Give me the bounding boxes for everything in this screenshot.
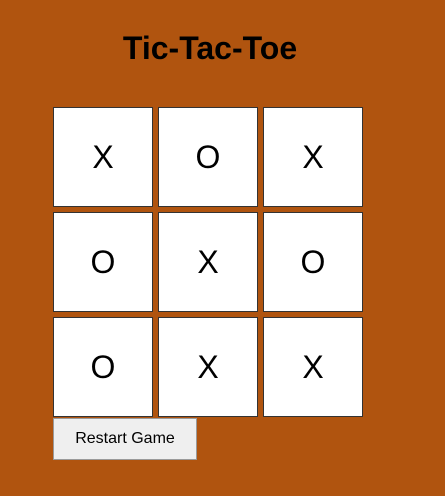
game-board: X O X O X O O X X [53,107,366,420]
cell-r2-c1[interactable]: O [53,212,153,312]
cell-r1-c3[interactable]: X [263,107,363,207]
cell-r1-c1[interactable]: X [53,107,153,207]
cell-r2-c2[interactable]: X [158,212,258,312]
cell-r1-c2[interactable]: O [158,107,258,207]
page-title: Tic-Tac-Toe [122,30,298,66]
cell-r3-c2[interactable]: X [158,317,258,417]
game-container: Tic-Tac-Toe X O X O X O O X X Restart Ga… [0,0,445,496]
restart-game-button[interactable]: Restart Game [53,418,197,460]
cell-r3-c3[interactable]: X [263,317,363,417]
cell-r3-c1[interactable]: O [53,317,153,417]
cell-r2-c3[interactable]: O [263,212,363,312]
